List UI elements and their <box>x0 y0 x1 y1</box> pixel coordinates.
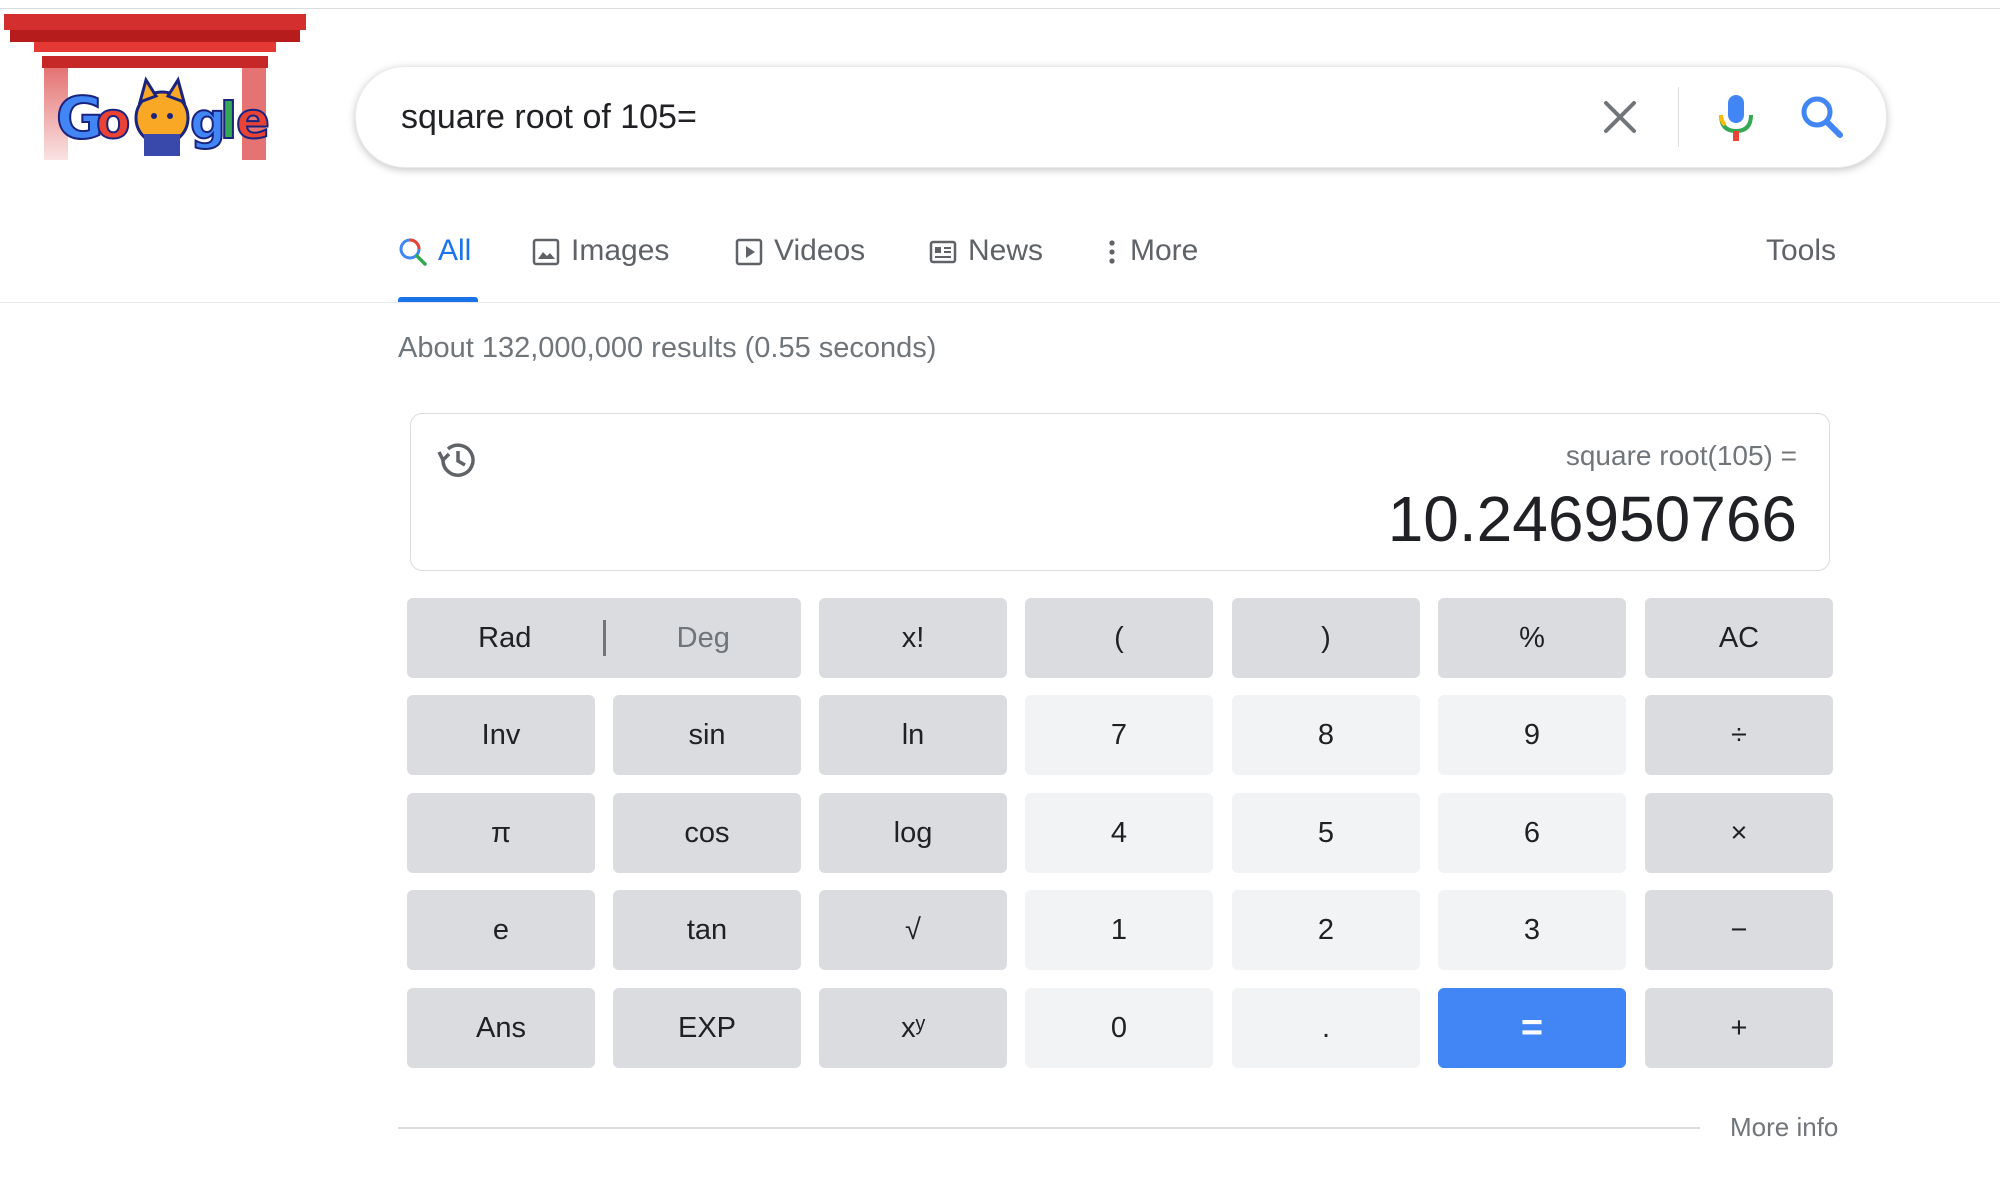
more-vert-icon <box>1109 240 1115 264</box>
calc-key-digit-9[interactable]: 9 <box>1438 695 1626 775</box>
tab-all[interactable]: All <box>398 225 478 302</box>
calculator-footer-divider <box>398 1127 1700 1129</box>
more-info-link[interactable]: More info <box>1730 1112 1838 1143</box>
calc-key-answer[interactable]: Ans <box>407 988 595 1068</box>
calc-key-factorial[interactable]: x! <box>819 598 1007 678</box>
close-icon <box>1604 101 1636 133</box>
search-input[interactable]: square root of 105= <box>401 67 697 167</box>
calc-key-pi[interactable]: π <box>407 793 595 873</box>
calc-key-log[interactable]: log <box>819 793 1007 873</box>
microphone-icon <box>1719 95 1753 141</box>
calc-key-euler-e[interactable]: e <box>407 890 595 970</box>
calc-key-percent[interactable]: % <box>1438 598 1626 678</box>
google-doodle-logo[interactable]: G o g l e <box>4 10 306 160</box>
calculator-result: 10.246950766 <box>1387 483 1797 555</box>
search-tabs: All Images Videos News More Tools <box>398 225 1838 305</box>
calc-key-decimal-point[interactable]: . <box>1232 988 1420 1068</box>
calc-key-digit-2[interactable]: 2 <box>1232 890 1420 970</box>
tab-label: Images <box>571 234 670 267</box>
tab-images[interactable]: Images <box>531 225 669 302</box>
image-icon <box>532 238 560 266</box>
calc-key-digit-5[interactable]: 5 <box>1232 793 1420 873</box>
tab-label: More <box>1130 234 1199 267</box>
calc-key-digit-0[interactable]: 0 <box>1025 988 1213 1068</box>
tab-more[interactable]: More <box>1104 225 1198 302</box>
clear-search-button[interactable] <box>1596 93 1644 141</box>
search-box[interactable]: square root of 105= <box>355 66 1887 168</box>
tabs-divider <box>0 302 2000 303</box>
calc-key-tangent[interactable]: tan <box>613 890 801 970</box>
calc-key-close-paren[interactable]: ) <box>1232 598 1420 678</box>
search-button[interactable] <box>1796 91 1846 143</box>
calc-key-digit-6[interactable]: 6 <box>1438 793 1626 873</box>
deg-button[interactable]: Deg <box>606 622 802 655</box>
history-button[interactable] <box>435 438 479 482</box>
search-icon <box>399 238 427 266</box>
search-icon <box>1801 96 1843 138</box>
result-stats: About 132,000,000 results (0.55 seconds) <box>398 332 937 364</box>
calc-key-cosine[interactable]: cos <box>613 793 801 873</box>
calc-key-multiply[interactable]: × <box>1645 793 1833 873</box>
history-icon <box>437 443 475 477</box>
tools-button[interactable]: Tools <box>1766 225 1836 302</box>
top-border <box>0 8 2000 9</box>
calc-key-all-clear[interactable]: AC <box>1645 598 1833 678</box>
tab-news[interactable]: News <box>928 225 1043 302</box>
calc-key-digit-3[interactable]: 3 <box>1438 890 1626 970</box>
calc-key-open-paren[interactable]: ( <box>1025 598 1213 678</box>
calc-key-digit-1[interactable]: 1 <box>1025 890 1213 970</box>
calc-key-equals[interactable]: = <box>1438 988 1626 1068</box>
svg-text:e: e <box>236 92 270 150</box>
svg-text:o: o <box>96 92 130 150</box>
tab-label: News <box>968 234 1044 267</box>
calc-key-digit-8[interactable]: 8 <box>1232 695 1420 775</box>
doodle-image: G o g l e <box>4 14 306 160</box>
play-icon <box>735 238 763 266</box>
voice-search-button[interactable] <box>1711 91 1761 143</box>
news-icon <box>929 240 957 264</box>
calculator-keypad: Rad Deg x!()% AC Inv sin ln 7 8 9 ÷ π cos log 4 5 6 × e t… <box>407 598 1833 1068</box>
search-box-divider <box>1678 87 1679 147</box>
calc-key-sine[interactable]: sin <box>613 695 801 775</box>
tab-label: All <box>438 234 472 267</box>
calculator-display: square root(105) = 10.246950766 <box>410 413 1830 571</box>
calc-key-power[interactable]: xʸ <box>819 988 1007 1068</box>
calc-key-divide[interactable]: ÷ <box>1645 695 1833 775</box>
tab-label: Videos <box>774 234 866 267</box>
tab-videos[interactable]: Videos <box>734 225 865 302</box>
calc-key-add[interactable]: + <box>1645 988 1833 1068</box>
calc-key-digit-7[interactable]: 7 <box>1025 695 1213 775</box>
calc-key-subtract[interactable]: − <box>1645 890 1833 970</box>
rad-button[interactable]: Rad <box>407 622 603 655</box>
tab-label: Tools <box>1766 234 1837 267</box>
calc-key-inverse[interactable]: Inv <box>407 695 595 775</box>
calc-key-digit-4[interactable]: 4 <box>1025 793 1213 873</box>
calc-key-natural-log[interactable]: ln <box>819 695 1007 775</box>
calc-key-exponent[interactable]: EXP <box>613 988 801 1068</box>
calculator-expression: square root(105) = <box>1565 440 1797 471</box>
calc-key-square-root[interactable]: √ <box>819 890 1007 970</box>
svg-text:l: l <box>220 92 237 150</box>
rad-deg-toggle[interactable]: Rad Deg <box>407 598 801 678</box>
